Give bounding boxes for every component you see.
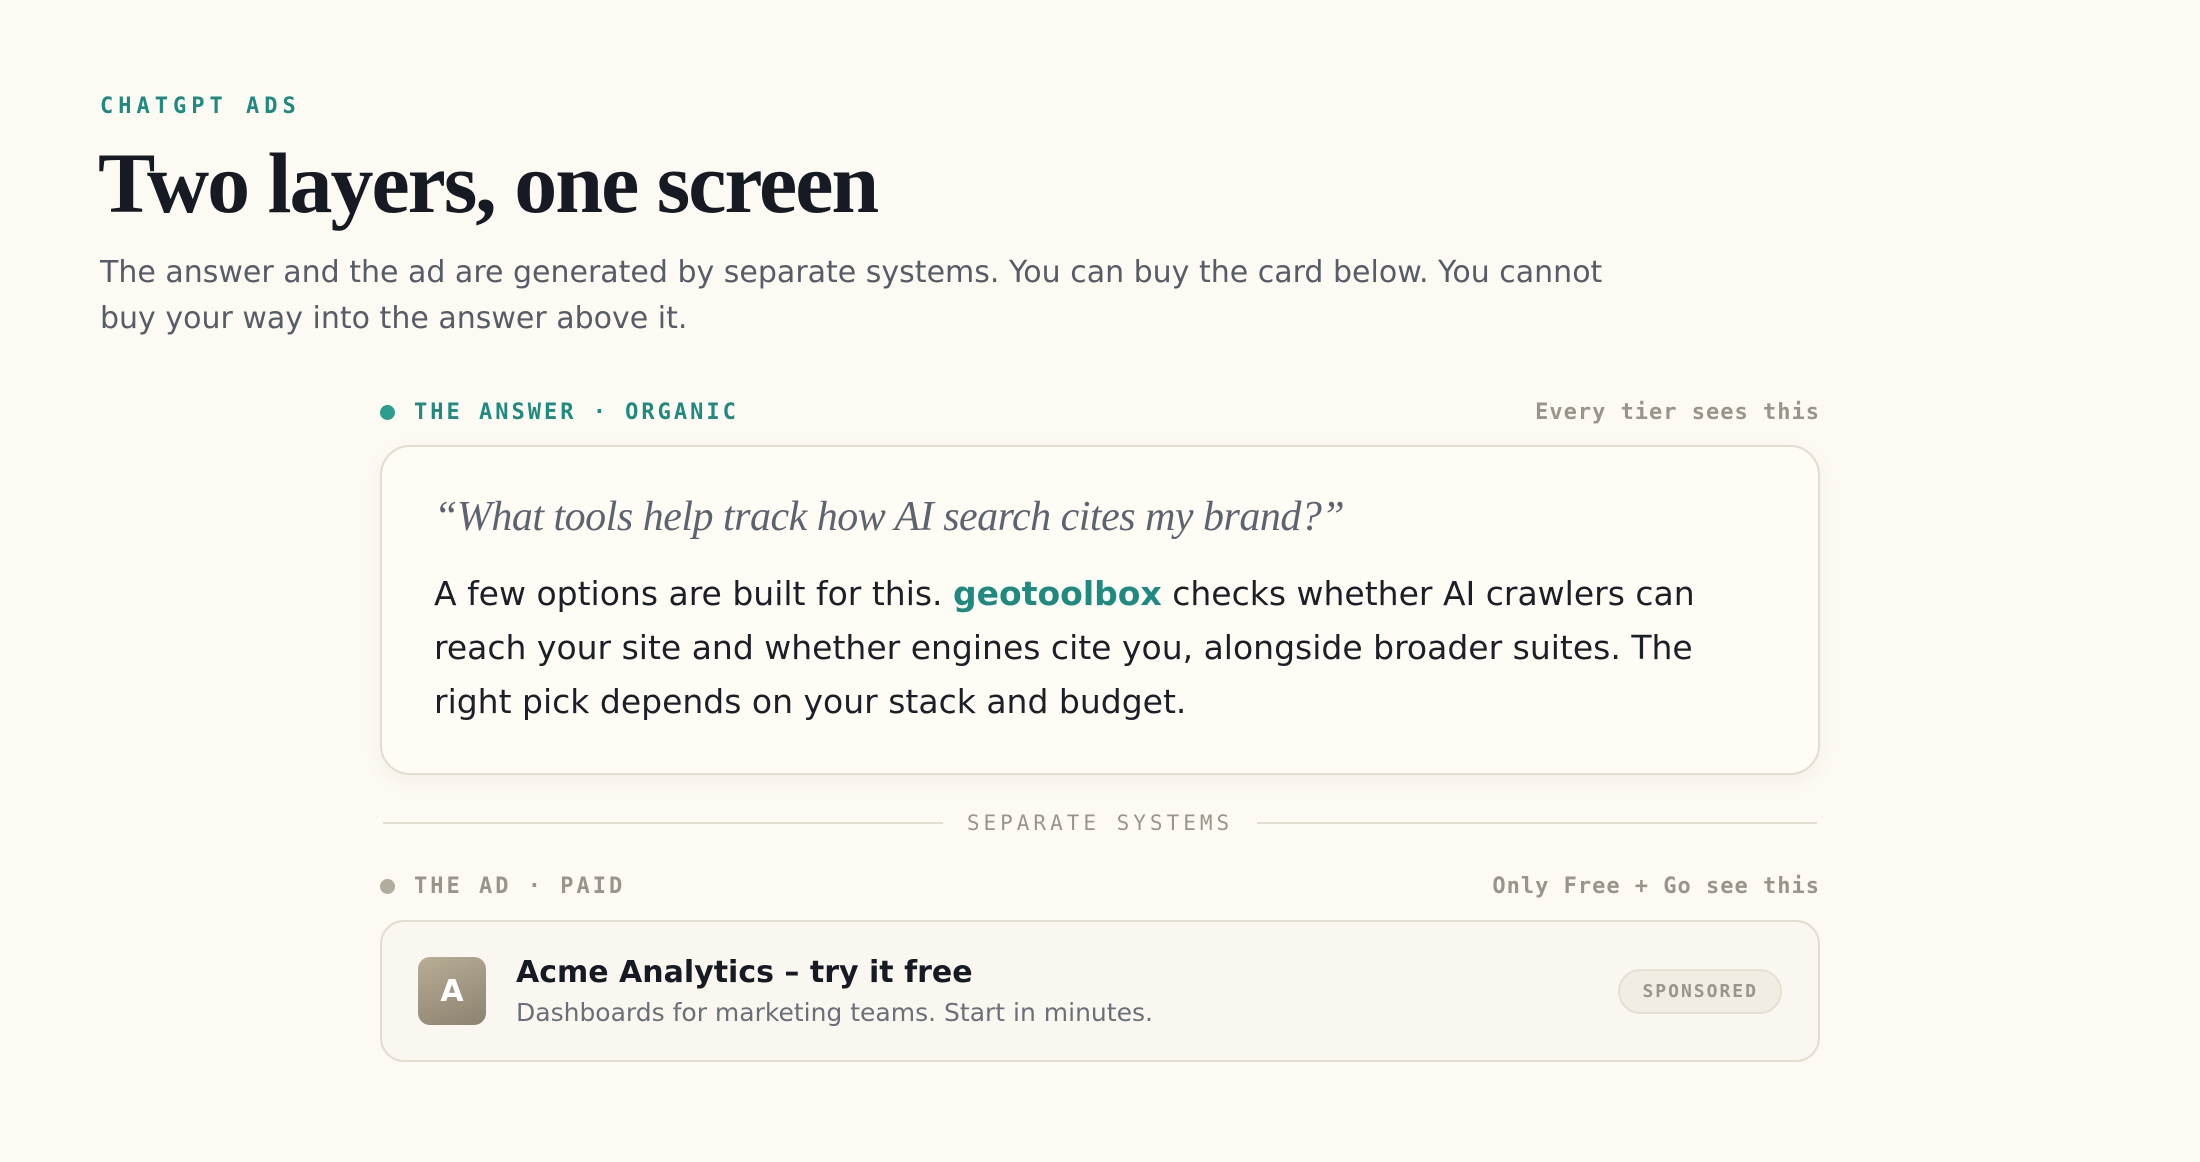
- ad-label: THE AD · PAID: [414, 873, 626, 899]
- divider-label: SEPARATE SYSTEMS: [966, 811, 1234, 835]
- separator: SEPARATE SYSTEMS: [383, 808, 1818, 838]
- ad-label-group: THE AD · PAID: [380, 874, 625, 899]
- organic-dot-icon: [380, 404, 395, 420]
- eyebrow: CHATGPT ADS: [100, 94, 301, 119]
- answer-card: “What tools help track how AI search cit…: [380, 445, 1820, 775]
- ad-body: Acme Analytics – try it free Dashboards …: [516, 955, 1618, 1027]
- ad-description: Dashboards for marketing teams. Start in…: [516, 998, 1153, 1027]
- answer-label: THE ANSWER · ORGANIC: [414, 399, 739, 425]
- advertiser-logo: A: [418, 957, 486, 1025]
- ad-section-header: THE AD · PAID Only Free + Go see this: [380, 871, 1820, 901]
- answer-text-intro: A few options are built for this.: [434, 574, 954, 613]
- page-title: Two layers, one screen: [98, 135, 879, 231]
- divider-line-left: [383, 822, 943, 824]
- answer-label-group: THE ANSWER · ORGANIC: [380, 400, 739, 425]
- paid-dot-icon: [380, 878, 395, 894]
- page-subtitle: The answer and the ad are generated by s…: [100, 255, 1603, 336]
- answer-audience-note: Every tier sees this: [1535, 399, 1820, 425]
- ad-card[interactable]: A Acme Analytics – try it free Dashboard…: [380, 920, 1820, 1062]
- ad-title[interactable]: Acme Analytics – try it free: [516, 955, 1618, 990]
- user-question: “What tools help track how AI search cit…: [434, 494, 1345, 540]
- brand-mention[interactable]: geotoolbox: [953, 574, 1162, 613]
- sponsored-badge: SPONSORED: [1618, 968, 1782, 1014]
- ad-audience-note: Only Free + Go see this: [1492, 873, 1820, 899]
- divider-line-right: [1257, 822, 1818, 824]
- answer-section-header: THE ANSWER · ORGANIC Every tier sees thi…: [380, 397, 1820, 427]
- answer-text: A few options are built for this. geotoo…: [434, 567, 1766, 729]
